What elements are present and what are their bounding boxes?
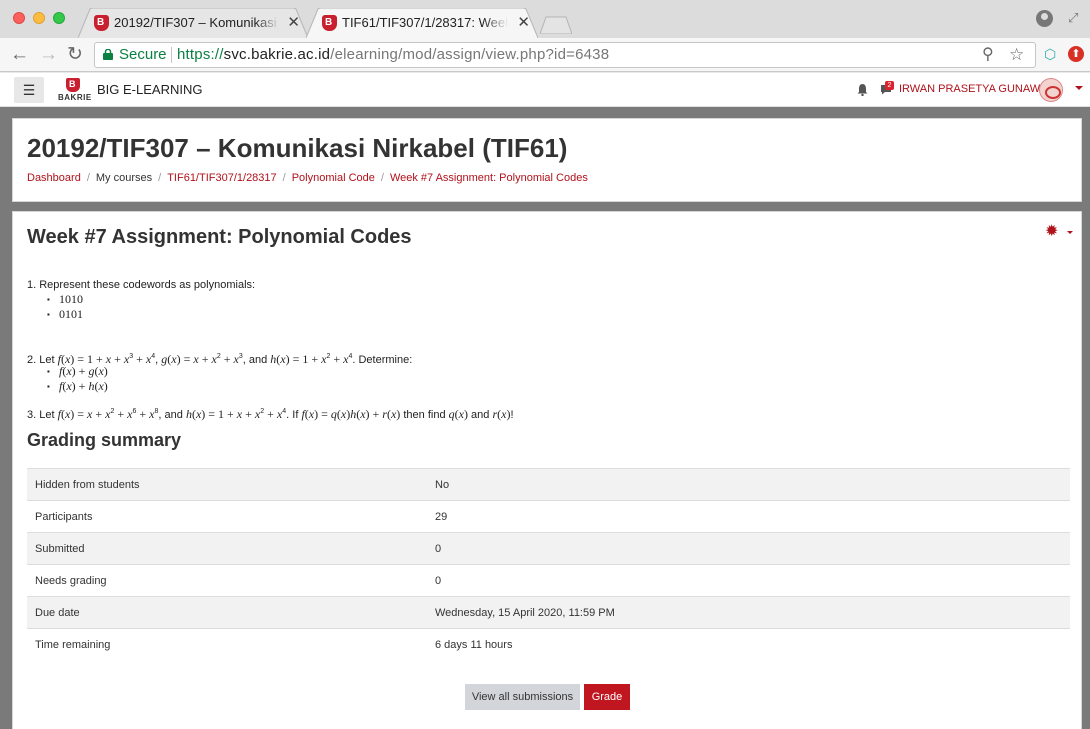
url-text[interactable]: https://svc.bakrie.ac.id/elearning/mod/a… [177,43,609,67]
new-tab-button[interactable] [540,16,572,34]
tab-title: TIF61/TIF307/1/28317: Week #7 Assignment [342,15,508,30]
table-row: Due date Wednesday, 15 April 2020, 11:59 … [27,596,1070,629]
browser-profile-icon[interactable] [1036,10,1053,27]
fullscreen-icon[interactable]: ⤢ [1068,10,1078,26]
page-header: 20192/TIF307 – Komunikasi Nirkabel (TIF6… [12,118,1082,202]
bakrie-favicon-icon [322,15,337,31]
page-background: 20192/TIF307 – Komunikasi Nirkabel (TIF6… [0,107,1090,729]
row-label: Needs grading [35,574,107,587]
menu-toggle-button[interactable]: ☰ [14,77,44,103]
question-1-list: 1010 0101 [47,292,83,322]
browser-tab-course[interactable]: 20192/TIF307 – Komunikasi Nirkabel (TIF6… [78,8,308,38]
page-title: 20192/TIF307 – Komunikasi Nirkabel (TIF6… [27,133,568,163]
view-all-submissions-button[interactable]: View all submissions [465,684,580,710]
table-row: Submitted 0 [27,532,1070,565]
list-item: f(x) + h(x) [47,379,108,394]
notification-bell-icon[interactable] [857,84,868,96]
bakrie-shield-icon [66,78,80,92]
question-1: 1. Represent these codewords as polynomi… [27,279,256,291]
row-label: Time remaining [35,638,111,651]
row-value: 6 days 11 hours [435,638,513,651]
breadcrumb: Dashboard / My courses / TIF61/TIF307/1/2831… [27,172,588,184]
minimize-window-button[interactable] [33,12,45,24]
address-bar[interactable]: Secure https://svc.bakrie.ac.id/elearnin… [94,42,1036,68]
browser-tab-bar: 20192/TIF307 – Komunikasi Nirkabel (TIF6… [0,0,1090,38]
avatar[interactable] [1039,78,1063,102]
user-menu-name[interactable]: IRWAN PRASETYA GUNAWAN [899,73,1055,106]
table-row: Hidden from students No [27,468,1070,501]
extension-upload-icon[interactable]: ⬆ [1068,46,1084,62]
browser-toolbar: ← → ↻ Secure https://svc.bakrie.ac.id/el… [0,38,1090,72]
breadcrumb-separator: / [158,172,162,184]
reload-icon[interactable]: ↻ [67,42,83,68]
question-3: 3. Let f(x) = x + x2 + x6 + x8, and h(x)… [27,407,514,421]
question-2-list: f(x) + g(x) f(x) + h(x) [47,364,108,394]
zoom-icon[interactable]: ⚲ [982,43,994,67]
row-label: Due date [35,606,80,619]
list-item: 0101 [47,307,83,322]
message-count-badge: 2 [885,81,894,90]
row-value: 0 [435,542,442,555]
breadcrumb-separator: / [86,172,90,184]
row-value: 29 [435,510,448,523]
breadcrumb-course[interactable]: TIF61/TIF307/1/28317 [167,172,276,184]
secure-label: Secure [119,46,167,63]
bakrie-favicon-icon [94,15,109,31]
row-label: Participants [35,510,93,523]
row-value: No [435,478,450,491]
forward-arrow-icon[interactable]: → [39,42,58,68]
row-label: Hidden from students [35,478,140,491]
chevron-down-icon[interactable] [1067,231,1073,234]
logo-text: BAKRIE [58,93,92,102]
close-tab-icon[interactable]: ✕ [517,8,530,38]
question-3-and: and [471,409,490,421]
list-item: 1010 [47,292,83,307]
breadcrumb-section[interactable]: Polynomial Code [292,172,375,184]
table-row: Needs grading 0 [27,564,1070,597]
breadcrumb-assignment[interactable]: Week #7 Assignment: Polynomial Codes [390,172,588,184]
close-window-button[interactable] [13,12,25,24]
breadcrumb-my-courses: My courses [95,172,153,184]
row-value: Wednesday, 15 April 2020, 11:59 PM [435,606,615,619]
url-scheme: https:// [177,46,224,63]
maximize-window-button[interactable] [53,12,65,24]
close-tab-icon[interactable]: ✕ [287,8,300,38]
url-host: svc.bakrie.ac.id [223,46,331,63]
grading-summary-table: Hidden from students No Participants 29 Su… [27,468,1070,661]
tab-title: 20192/TIF307 – Komunikasi Nirkabel (TIF6… [114,15,280,30]
address-separator [171,47,172,63]
extension-icon[interactable]: ⬡ [1044,47,1058,61]
bookmark-star-icon[interactable]: ☆ [1009,43,1024,67]
question-3-prefix: 3. Let [27,409,55,421]
url-path: /elearning/mod/assign/view.php?id=6438 [330,46,610,63]
table-row: Participants 29 [27,500,1070,533]
breadcrumb-separator: / [282,172,286,184]
back-arrow-icon[interactable]: ← [10,42,29,68]
chevron-down-icon[interactable] [1075,86,1083,90]
browser-tab-assignment[interactable]: TIF61/TIF307/1/28317: Week #7 Assignment… [306,8,538,38]
list-item: f(x) + g(x) [47,364,108,379]
table-row: Time remaining 6 days 11 hours [27,628,1070,661]
grade-button[interactable]: Grade [584,684,630,710]
site-navbar: ☰ BAKRIE BIG E-LEARNING 2 IRWAN PRASETYA… [0,73,1090,107]
lock-icon [103,49,113,60]
bakrie-logo[interactable]: BAKRIE [58,78,94,103]
breadcrumb-dashboard[interactable]: Dashboard [27,172,81,184]
breadcrumb-separator: / [380,172,384,184]
site-brand[interactable]: BIG E-LEARNING [97,73,202,106]
question-3-then: then find [403,409,446,421]
assignment-title: Week #7 Assignment: Polynomial Codes [27,226,412,248]
grading-summary-title: Grading summary [27,430,182,450]
row-label: Submitted [35,542,85,555]
assignment-card: Week #7 Assignment: Polynomial Codes ✹ 1… [12,211,1082,729]
row-value: 0 [435,574,442,587]
question-2-determine: . Determine: [352,354,413,366]
